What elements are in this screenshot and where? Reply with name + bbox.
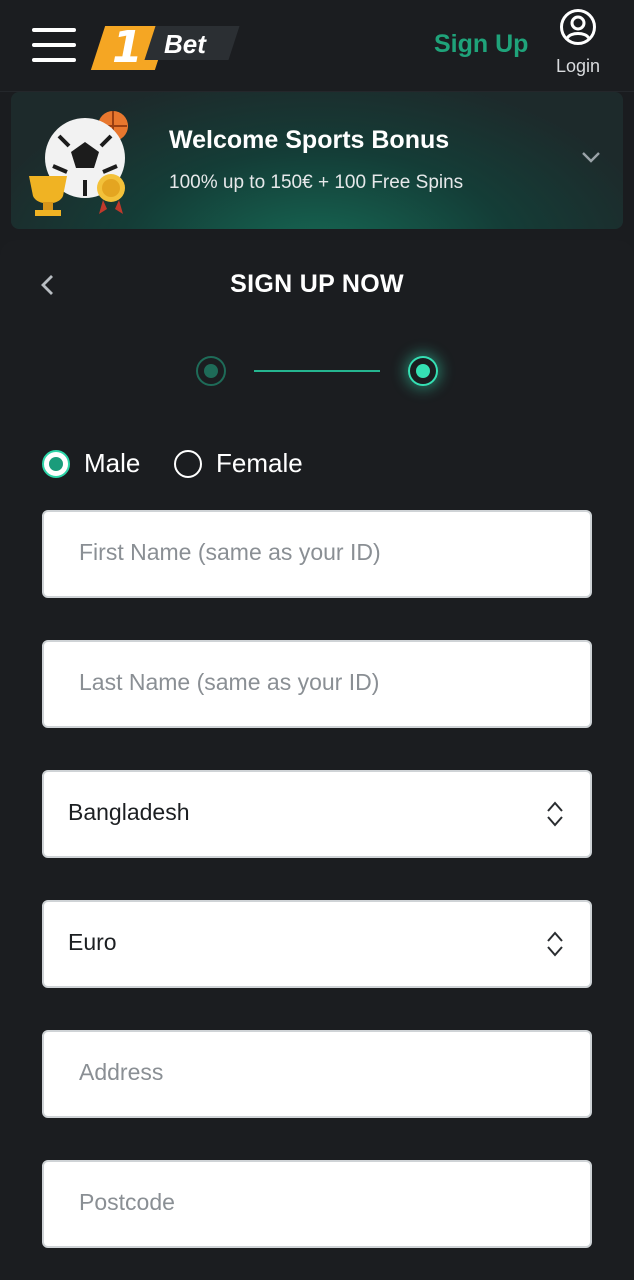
currency-select[interactable]: Euro [42,900,592,988]
radio-male[interactable] [42,450,70,478]
radio-female[interactable] [174,450,202,478]
postcode-placeholder: Postcode [79,1189,175,1215]
gender-male-label: Male [84,448,141,478]
address-placeholder: Address [79,1059,164,1085]
first-name-field[interactable]: First Name (same as your ID) [42,510,592,598]
top-header: 1 Bet Sign Up Login [0,0,634,92]
hamburger-menu-icon[interactable] [32,28,78,64]
login-button[interactable]: Login [548,8,608,84]
user-circle-icon [560,9,596,45]
sort-updown-icon [547,801,563,827]
signup-panel: SIGN UP NOW Male Female First Name (same… [0,240,634,1280]
address-field[interactable]: Address [42,1030,592,1118]
country-value: Bangladesh [68,799,190,825]
step-progress-indicator [194,354,440,390]
chevron-down-icon[interactable] [581,150,601,164]
step-connector [254,370,380,372]
country-select[interactable]: Bangladesh [42,770,592,858]
welcome-bonus-banner[interactable]: Welcome Sports Bonus 100% up to 150€ + 1… [11,92,623,229]
sign-up-link[interactable]: Sign Up [434,30,528,59]
logo-number: 1 [112,22,143,73]
step-1-indicator[interactable] [196,356,226,386]
logo-word: Bet [164,29,206,59]
brand-logo[interactable]: 1 Bet [90,22,240,73]
gender-female-label: Female [216,448,303,478]
page-title: SIGN UP NOW [230,270,404,298]
sort-updown-icon [547,931,563,957]
postcode-field[interactable]: Postcode [42,1160,592,1248]
login-label: Login [555,56,601,76]
last-name-placeholder: Last Name (same as your ID) [79,669,380,695]
step-2-indicator [408,356,438,386]
bonus-title: Welcome Sports Bonus [169,126,450,154]
currency-value: Euro [68,929,117,955]
last-name-field[interactable]: Last Name (same as your ID) [42,640,592,728]
first-name-placeholder: First Name (same as your ID) [79,539,381,565]
bonus-subtitle: 100% up to 150€ + 100 Free Spins [169,172,464,193]
sports-trophy-ball-icon [29,111,128,216]
